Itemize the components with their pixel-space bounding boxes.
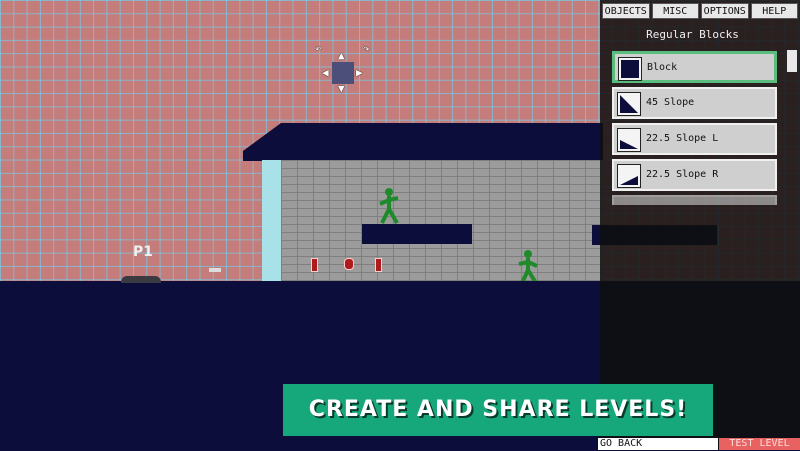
block-item-label: 22.5 Slope L: [646, 133, 719, 144]
panel-title: Regular Blocks: [646, 28, 739, 41]
pistol-pickup-icon[interactable]: [209, 268, 221, 272]
slope-22-left-icon: [617, 128, 641, 152]
roof-shape: [243, 123, 603, 161]
red-lamp-icon[interactable]: [311, 258, 318, 272]
move-right-icon[interactable]: ▶: [356, 66, 363, 79]
platform-ledge[interactable]: [362, 224, 472, 244]
block-item-22-slope-r[interactable]: 22.5 Slope R: [612, 159, 777, 191]
editor-cursor[interactable]: [332, 62, 354, 84]
block-item-label: 22.5 Slope R: [646, 169, 719, 180]
tab-misc[interactable]: MISC: [651, 3, 699, 19]
enemy-stickman-icon[interactable]: [377, 187, 401, 224]
block-item-block[interactable]: Block: [612, 51, 777, 83]
brick-wall[interactable]: [281, 160, 603, 282]
tab-help[interactable]: HELP: [750, 3, 798, 19]
enemy-stickman-icon[interactable]: [516, 249, 540, 284]
block-list: Block 45 Slope 22.5 Slope L 22.5 Slope R: [612, 51, 777, 209]
block-item-22-slope-l[interactable]: 22.5 Slope L: [612, 123, 777, 155]
tab-objects[interactable]: OBJECTS: [602, 3, 650, 19]
red-lamp-icon[interactable]: [344, 258, 354, 270]
move-down-icon[interactable]: ▼: [338, 82, 345, 95]
block-item-label: 45 Slope: [646, 97, 695, 108]
building-roof[interactable]: [243, 123, 603, 161]
move-left-icon[interactable]: ◀: [322, 66, 329, 79]
move-up-icon[interactable]: ▲: [338, 49, 345, 62]
promo-banner-text: CREATE AND SHARE LEVELS!: [308, 397, 688, 422]
panel-scrollbar[interactable]: [787, 50, 797, 72]
rotate-right-icon[interactable]: ↷: [363, 42, 370, 55]
test-level-button[interactable]: TEST LEVEL: [719, 438, 800, 450]
block-item-45-slope[interactable]: 45 Slope: [612, 87, 777, 119]
rotate-left-icon[interactable]: ↶: [315, 42, 322, 55]
tab-options[interactable]: OPTIONS: [701, 3, 749, 19]
slope-22-right-icon: [617, 164, 641, 188]
go-back-button[interactable]: GO BACK: [598, 438, 718, 450]
panel-tabs: OBJECTS MISC OPTIONS HELP: [602, 3, 798, 19]
solid-block-icon: [618, 57, 642, 81]
glass-wall[interactable]: [262, 160, 282, 282]
player-spawn-label: P1: [133, 244, 154, 260]
red-lamp-icon[interactable]: [375, 258, 382, 272]
slope-45-icon: [617, 92, 641, 116]
player-spawn-pad[interactable]: [121, 276, 161, 283]
block-item-partial[interactable]: [612, 195, 777, 205]
block-item-label: Block: [647, 62, 678, 73]
